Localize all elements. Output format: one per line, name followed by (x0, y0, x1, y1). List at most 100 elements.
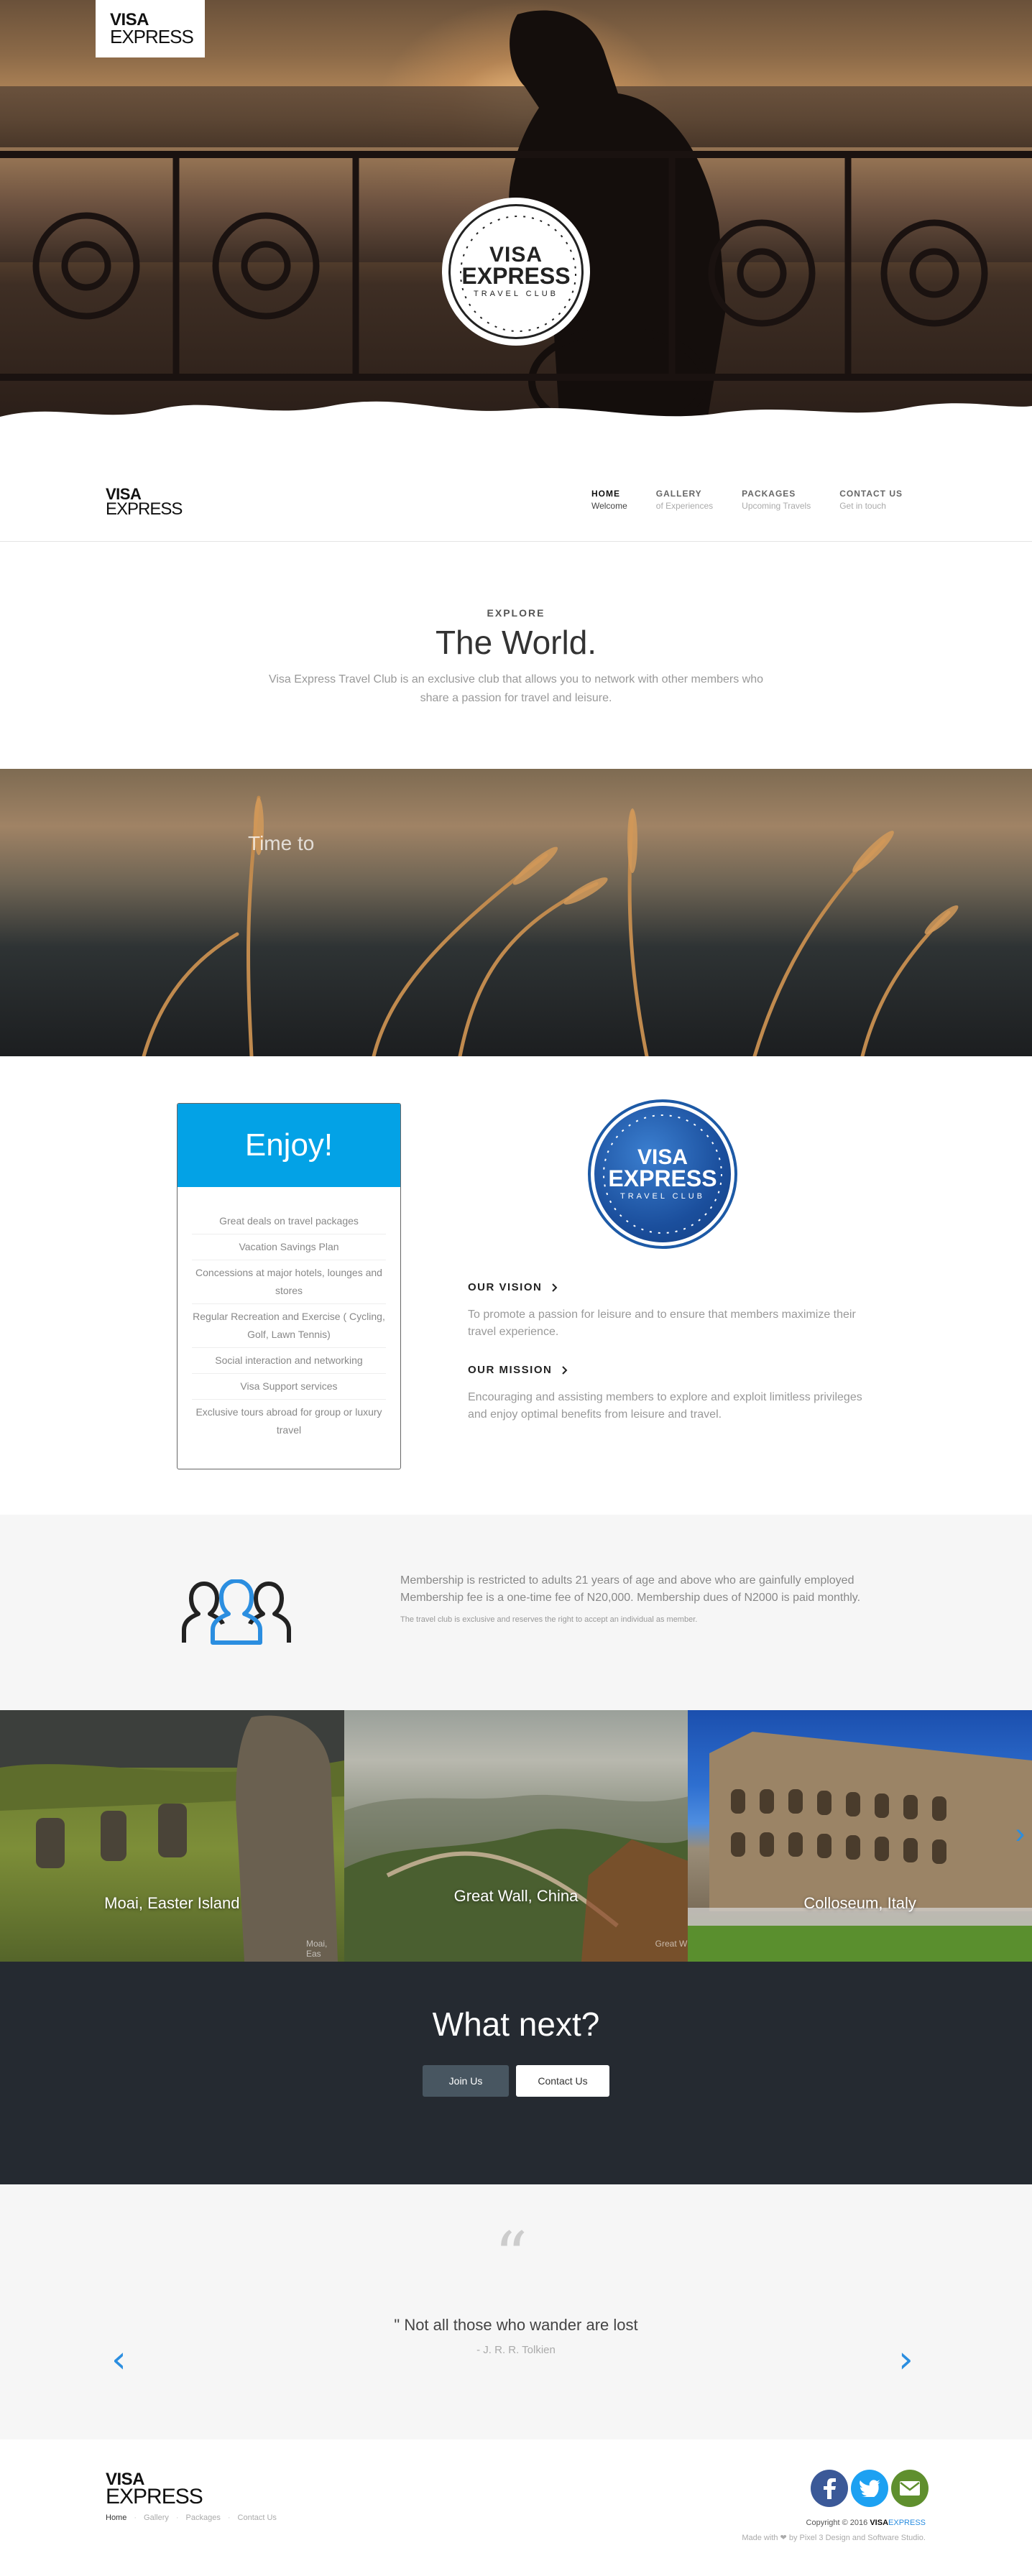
membership-text: Membership is restricted to adults 21 ye… (400, 1574, 861, 1604)
nav-item-gallery[interactable]: GALLERY of Experiences (656, 489, 713, 511)
gallery-carousel: Moai, Easter Island Moai, Eas Great Wall… (0, 1710, 1032, 1962)
enjoy-benefits-list: Great deals on travel packages Vacation … (178, 1187, 400, 1443)
list-item: Social interaction and networking (192, 1348, 386, 1374)
colosseum-image (688, 1732, 1032, 1962)
banner-text: Time to (248, 832, 315, 854)
contact-us-button[interactable]: Contact Us (516, 2065, 609, 2097)
mission-block: OUR MISSION Encouraging and assisting me… (468, 1364, 870, 1423)
nav-item-home[interactable]: HOME Welcome (591, 489, 627, 511)
members-icon (182, 1579, 291, 1645)
chevron-right-icon (552, 1283, 558, 1292)
copyright-brand-express: EXPRESS (888, 2519, 926, 2527)
enjoy-card: Enjoy! Great deals on travel packages Va… (177, 1103, 401, 1469)
quote-author: - J. R. R. Tolkien (476, 2344, 556, 2356)
footer-logo[interactable]: VISA EXPRESS (106, 2471, 203, 2508)
explore-title: The World. (435, 624, 597, 661)
gallery-caption: Colloseum, Italy (803, 1894, 916, 1912)
nav-item-title: HOME (591, 489, 620, 499)
nav-menu: HOME Welcome GALLERY of Experiences PACK… (591, 489, 903, 511)
membership-note: The travel club is exclusive and reserve… (400, 1615, 698, 1624)
footer-link-home[interactable]: Home (106, 2513, 126, 2522)
seal-stars-icon (460, 216, 576, 332)
nav-item-title: PACKAGES (742, 489, 796, 499)
quote-section: “ " Not all those who wander are lost - … (0, 2184, 1032, 2439)
nav-item-contact[interactable]: CONTACT US Get in touch (839, 489, 903, 511)
gallery-item-colosseum[interactable]: Colloseum, Italy › (688, 1710, 1032, 1962)
copyright-brand-visa: VISA (870, 2519, 889, 2527)
join-us-button[interactable]: Join Us (423, 2065, 509, 2097)
nav-item-packages[interactable]: PACKAGES Upcoming Travels (742, 489, 811, 511)
chevron-right-icon (562, 1365, 568, 1375)
gallery-caption: Great Wall, China (453, 1887, 579, 1905)
list-item: Vacation Savings Plan (192, 1234, 386, 1260)
gallery-caption: Moai, Easter Island (104, 1894, 240, 1912)
made-by: Made with ❤ by Pixel 3 Design and Softwa… (742, 2534, 926, 2542)
social-icons (811, 2470, 929, 2507)
gallery-small-caption: Moai, Eas (306, 1939, 328, 1959)
nav-item-title: CONTACT US (839, 489, 903, 499)
moai-image (0, 1710, 344, 1962)
seal-stars-icon (603, 1114, 722, 1234)
vision-title: OUR VISION (468, 1281, 543, 1293)
quote-prev-arrow-icon[interactable]: ‹ (111, 2341, 126, 2378)
gallery-next-arrow-icon[interactable]: › (1015, 1818, 1025, 1850)
logo-word-express: EXPRESS (106, 2485, 203, 2508)
nav-item-subtitle: Welcome (591, 501, 627, 511)
logo-word-express: EXPRESS (106, 499, 183, 519)
footer-link-separator: · (227, 2513, 231, 2522)
gallery-item-moai[interactable]: Moai, Easter Island Moai, Eas (0, 1710, 344, 1962)
nav-item-title: GALLERY (655, 489, 702, 499)
vision-heading[interactable]: OUR VISION (468, 1281, 870, 1293)
twitter-icon[interactable] (851, 2470, 888, 2507)
membership-text-block: Membership is restricted to adults 21 ye… (400, 1572, 903, 1624)
email-icon[interactable] (891, 2470, 929, 2507)
mission-title: OUR MISSION (468, 1364, 553, 1376)
mission-heading[interactable]: OUR MISSION (468, 1364, 870, 1376)
blue-seal-logo: VISA EXPRESS TRAVEL CLUB (588, 1099, 737, 1249)
list-item: Visa Support services (192, 1374, 386, 1400)
hero-torn-edge (0, 401, 1032, 460)
explore-section: EXPLORE The World. Visa Express Travel C… (0, 543, 1032, 769)
explore-kicker: EXPLORE (487, 607, 545, 619)
what-next-section: What next? Join Us Contact Us (0, 1962, 1032, 2184)
footer-link-gallery[interactable]: Gallery (144, 2513, 169, 2522)
quote-text: " Not all those who wander are lost (394, 2316, 638, 2334)
vision-block: OUR VISION To promote a passion for leis… (468, 1281, 870, 1341)
hero-logo[interactable]: VISA EXPRESS (96, 0, 205, 57)
footer-links: Home · Gallery · Packages · Contact Us (106, 2513, 277, 2522)
footer-link-separator: · (134, 2513, 137, 2522)
enjoy-title: Enjoy! (178, 1104, 400, 1187)
main-navbar: VISA EXPRESS HOME Welcome GALLERY of Exp… (0, 460, 1032, 542)
explore-text: Visa Express Travel Club is an exclusive… (268, 673, 763, 704)
hero-seal: VISA EXPRESS TRAVEL CLUB (442, 198, 590, 346)
vision-text: To promote a passion for leisure and to … (468, 1308, 856, 1338)
list-item: Concessions at major hotels, lounges and… (192, 1260, 386, 1304)
logo-word-express: EXPRESS (110, 26, 194, 47)
footer: VISA EXPRESS Home · Gallery · Packages ·… (0, 2439, 1032, 2576)
list-item: Exclusive tours abroad for group or luxu… (195, 1406, 382, 1436)
mission-text: Encouraging and assisting members to exp… (468, 1391, 862, 1421)
footer-link-contact[interactable]: Contact Us (238, 2513, 277, 2522)
quote-mark-icon: “ (494, 2218, 528, 2294)
nav-logo[interactable]: VISA EXPRESS (106, 486, 183, 519)
copyright-prefix: Copyright © 2016 (806, 2519, 870, 2527)
list-item: Regular Recreation and Exercise ( Cyclin… (192, 1304, 386, 1348)
nav-item-subtitle: Upcoming Travels (742, 501, 811, 511)
copyright: Copyright © 2016 VISAEXPRESS (806, 2519, 926, 2527)
what-next-actions: Join Us Contact Us (0, 2065, 1032, 2097)
hero-banner: VISA EXPRESS VISA EXPRESS TRAVEL CLUB (0, 0, 1032, 460)
facebook-icon[interactable] (811, 2470, 848, 2507)
list-item: Great deals on travel packages (192, 1209, 386, 1234)
gallery-item-great-wall[interactable]: Great Wall, China Great W (344, 1710, 688, 1962)
footer-link-packages[interactable]: Packages (186, 2513, 221, 2522)
membership-section: Membership is restricted to adults 21 ye… (0, 1515, 1032, 1710)
wheat-stalks-image (142, 795, 959, 1056)
quote-next-arrow-icon[interactable]: › (898, 2341, 913, 2378)
gallery-small-caption: Great W (655, 1939, 688, 1949)
footer-link-separator: · (175, 2513, 179, 2522)
nav-item-subtitle: Get in touch (839, 501, 886, 511)
nav-item-subtitle: of Experiences (655, 501, 714, 511)
wheat-banner: Time to (0, 769, 1032, 1056)
great-wall-image (344, 1794, 688, 1962)
what-next-title: What next? (432, 2005, 600, 2043)
